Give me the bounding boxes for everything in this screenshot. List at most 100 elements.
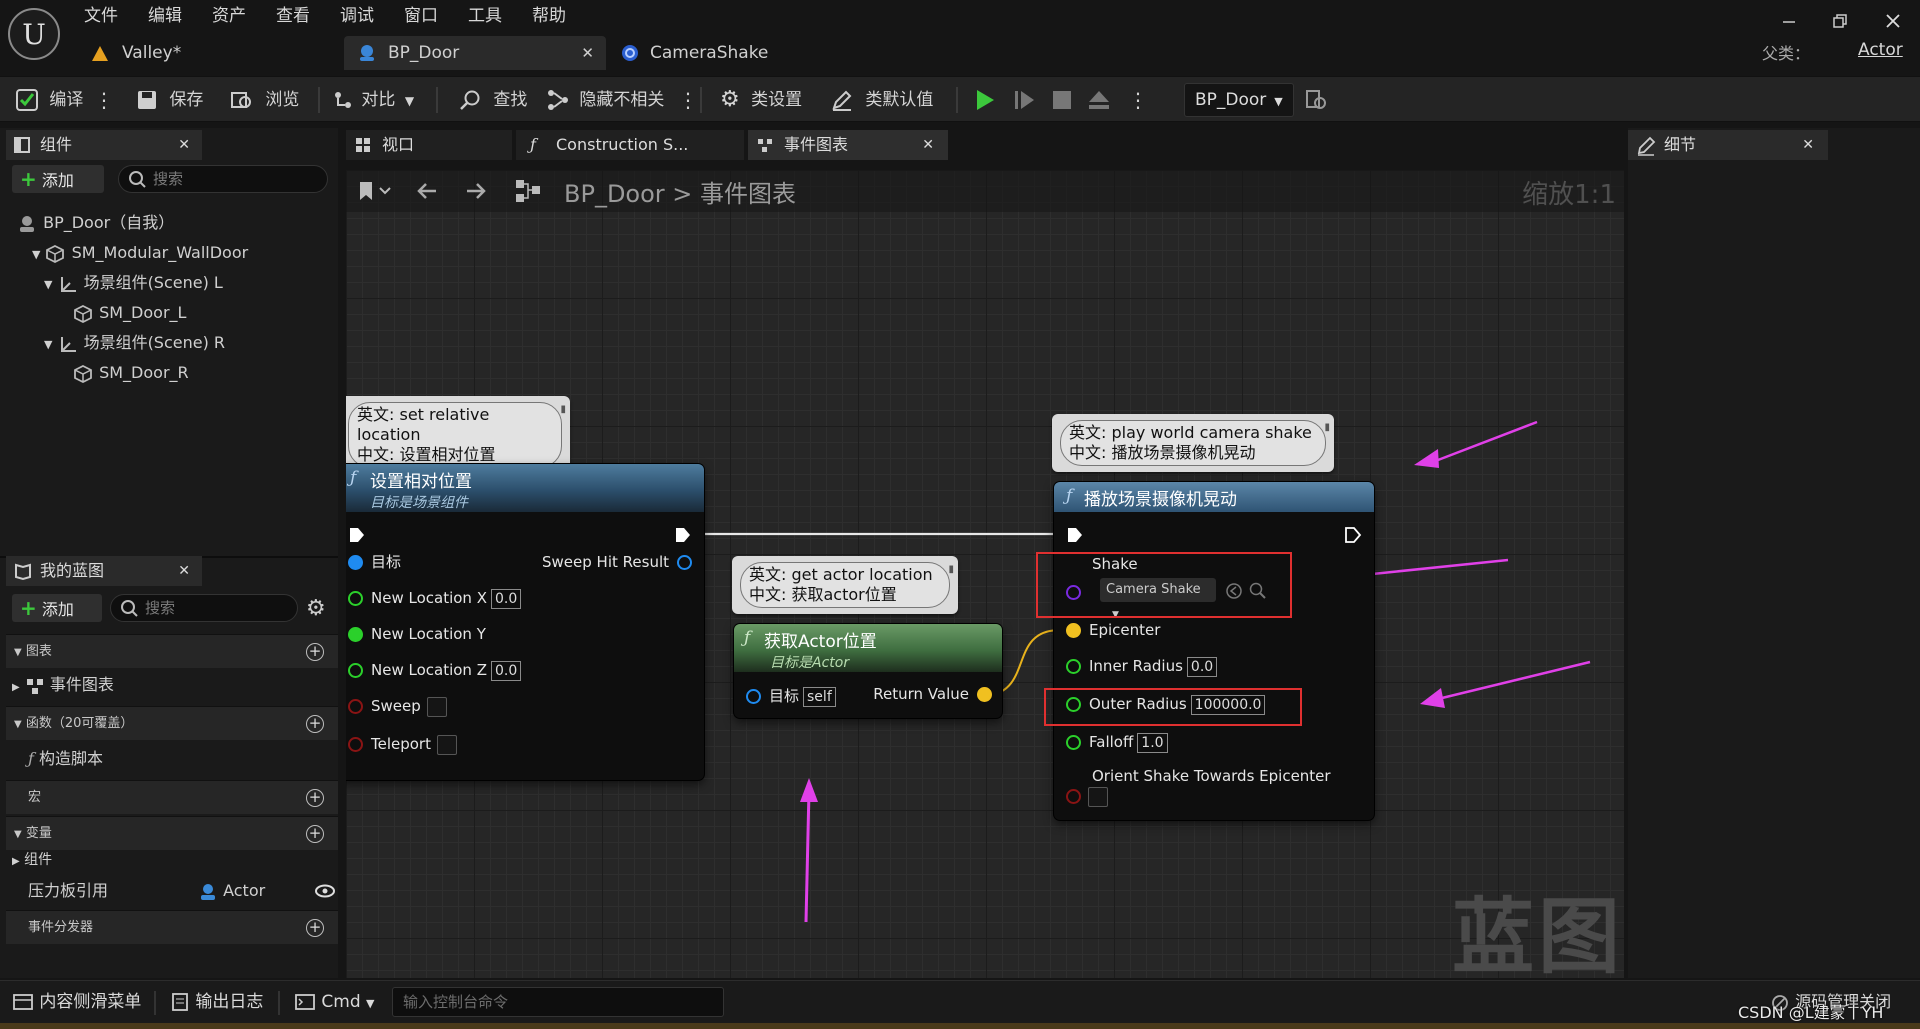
sweep-pin[interactable]: Sweep [348, 694, 447, 718]
close-tab-icon[interactable]: ✕ [581, 36, 594, 70]
components-group[interactable]: ▶ 组件 [12, 848, 52, 872]
component-search-input[interactable]: 搜索 [118, 165, 328, 193]
add-member-button[interactable]: + 添加 [12, 594, 102, 622]
restore-icon[interactable] [1826, 8, 1852, 34]
tab-viewport[interactable]: 视口 [346, 130, 512, 160]
unreal-logo-icon[interactable]: U [8, 8, 60, 60]
components-tab[interactable]: 组件 ✕ [6, 130, 202, 160]
teleport-pin[interactable]: Teleport [348, 732, 457, 756]
hide-options-icon[interactable]: ⋮ [678, 77, 698, 123]
target-pin[interactable]: 目标 [348, 550, 401, 574]
orient-shake-checkbox[interactable] [1088, 787, 1108, 807]
play-button[interactable] [972, 77, 998, 123]
console-command-input[interactable]: 输入控制台命令 [392, 987, 724, 1017]
variables-section[interactable]: ▼ 变量 + [6, 816, 338, 850]
orient-shake-pin[interactable] [1066, 786, 1081, 805]
new-location-z-pin[interactable]: New Location Z 0.0 [348, 658, 522, 682]
browse-button[interactable]: 浏览 [230, 77, 299, 123]
output-log-button[interactable]: 输出日志 [170, 981, 263, 1023]
class-defaults-button[interactable]: 类默认值 [830, 77, 933, 123]
class-settings-button[interactable]: ⚙ 类设置 [720, 77, 802, 123]
comment-bubble[interactable]: 英文: get actor location 中文: 获取actor位置 ▮ [732, 556, 958, 614]
debug-object-select[interactable]: BP_Door ▼ [1184, 83, 1294, 117]
menu-help[interactable]: 帮助 [532, 3, 566, 29]
tree-item-root[interactable]: BP_Door（自我） [16, 208, 174, 238]
minimize-icon[interactable] [1776, 8, 1802, 34]
add-graph-icon[interactable]: + [306, 643, 324, 661]
pin-icon[interactable]: ▮ [1324, 418, 1330, 438]
add-dispatcher-icon[interactable]: + [306, 919, 324, 937]
cmd-select[interactable]: Cmd ▼ [294, 981, 375, 1023]
epicenter-pin[interactable]: Epicenter [1066, 618, 1160, 642]
doc-tab-valley[interactable]: Valley* [90, 36, 340, 70]
close-window-icon[interactable] [1880, 8, 1906, 34]
menu-asset[interactable]: 资产 [212, 3, 246, 29]
add-macro-icon[interactable]: + [306, 789, 324, 807]
play-options-icon[interactable]: ⋮ [1128, 77, 1148, 123]
tree-item-wall-door[interactable]: ▼ SM_Modular_WallDoor [32, 238, 248, 268]
details-tab[interactable]: 细节 ✕ [1628, 130, 1828, 160]
blueprint-search-input[interactable]: 搜索 [110, 594, 298, 622]
pin-icon[interactable]: ▮ [948, 560, 954, 580]
tree-item-door-l[interactable]: SM_Door_L [72, 298, 186, 328]
diff-button[interactable]: 对比 ▼ [332, 77, 414, 123]
eject-button[interactable] [1086, 77, 1112, 123]
return-value-pin[interactable]: Return Value [873, 682, 992, 706]
target-pin[interactable]: 目标 self [746, 684, 836, 708]
comment-bubble[interactable]: 英文: set relative location 中文: 设置相对位置 ▮ [346, 396, 570, 474]
tree-item-door-r[interactable]: SM_Door_R [72, 358, 189, 388]
event-graph-item[interactable]: ▶ 事件图表 [12, 670, 114, 700]
my-blueprint-tab[interactable]: 我的蓝图 ✕ [6, 556, 202, 586]
tree-item-scene-l[interactable]: ▼ 场景组件(Scene) L [44, 268, 223, 298]
compile-button[interactable]: 编译 [14, 77, 83, 123]
stop-button[interactable] [1050, 77, 1074, 123]
content-drawer-button[interactable]: 内容侧滑菜单 [12, 981, 141, 1023]
node-play-world-camera-shake[interactable]: ƒ 播放场景摄像机晃动 Shake Camera Shake ▼ Epicent… [1054, 482, 1374, 820]
inner-radius-input[interactable]: 0.0 [1186, 656, 1218, 677]
parent-class-link[interactable]: Actor [1858, 40, 1903, 60]
add-function-icon[interactable]: + [306, 715, 324, 733]
close-panel-icon[interactable]: ✕ [178, 130, 190, 160]
doc-tab-camera-shake[interactable]: CameraShake [620, 36, 860, 70]
tab-event-graph[interactable]: 事件图表 ✕ [748, 130, 948, 160]
falloff-pin[interactable]: Falloff 1.0 [1066, 730, 1168, 754]
close-panel-icon[interactable]: ✕ [1802, 130, 1814, 160]
new-location-x-pin[interactable]: New Location X 0.0 [348, 586, 522, 610]
variable-row[interactable]: 压力板引用 Actor [28, 876, 338, 906]
menu-file[interactable]: 文件 [84, 3, 118, 29]
save-button[interactable]: 保存 [136, 77, 203, 123]
location-z-input[interactable]: 0.0 [490, 660, 522, 681]
graphs-section[interactable]: ▼ 图表 + [6, 634, 338, 668]
comment-bubble[interactable]: 英文: play world camera shake 中文: 播放场景摄像机晃动… [1052, 414, 1334, 472]
settings-gear-icon[interactable]: ⚙ [306, 596, 326, 621]
doc-tab-bp-door[interactable]: BP_Door ✕ [344, 36, 606, 70]
tab-construction-script[interactable]: ƒ Construction S... [516, 130, 744, 160]
debug-filter-button[interactable] [1304, 77, 1328, 123]
close-tab-icon[interactable]: ✕ [922, 130, 934, 160]
pin-icon[interactable]: ▮ [560, 400, 566, 420]
construction-script-item[interactable]: ƒ 构造脚本 [28, 744, 103, 774]
menu-edit[interactable]: 编辑 [148, 3, 182, 29]
graph-canvas[interactable]: BP_Door > 事件图表 缩放1:1 英文: set relative lo… [346, 170, 1624, 978]
menu-debug[interactable]: 调试 [340, 3, 374, 29]
location-x-input[interactable]: 0.0 [490, 588, 522, 609]
hide-unrelated-button[interactable]: 隐藏不相关 [546, 77, 664, 123]
dispatchers-section[interactable]: 事件分发器 + [6, 910, 338, 944]
teleport-checkbox[interactable] [437, 734, 457, 755]
sweep-checkbox[interactable] [426, 696, 447, 717]
eye-icon[interactable] [314, 876, 336, 906]
inner-radius-pin[interactable]: Inner Radius 0.0 [1066, 654, 1218, 678]
step-button[interactable] [1012, 77, 1038, 123]
functions-section[interactable]: ▼ 函数（20可覆盖） + [6, 706, 338, 740]
exec-in-pin[interactable] [1066, 526, 1084, 544]
tree-item-scene-r[interactable]: ▼ 场景组件(Scene) R [44, 328, 225, 358]
menu-tools[interactable]: 工具 [468, 3, 502, 29]
exec-out-pin[interactable] [674, 526, 692, 544]
exec-in-pin[interactable] [348, 526, 366, 544]
falloff-input[interactable]: 1.0 [1137, 732, 1168, 753]
node-set-relative-location[interactable]: ƒ 设置相对位置 目标是场景组件 目标 Sweep Hit Result New… [346, 464, 704, 780]
menu-view[interactable]: 查看 [276, 3, 310, 29]
macros-section[interactable]: 宏 + [6, 780, 338, 814]
find-button[interactable]: 查找 [458, 77, 527, 123]
menu-window[interactable]: 窗口 [404, 3, 438, 29]
